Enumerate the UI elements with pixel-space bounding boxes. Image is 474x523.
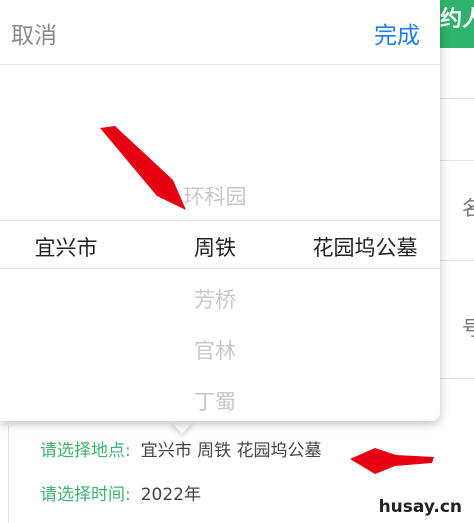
town-option[interactable]: 环科园 bbox=[184, 181, 247, 211]
cancel-button[interactable]: 取消 bbox=[11, 16, 57, 50]
town-option[interactable]: 丁蜀 bbox=[194, 386, 236, 416]
bg-divider bbox=[8, 425, 9, 523]
location-label: 请选择地点: bbox=[40, 441, 131, 461]
watermark: husay.cn bbox=[374, 497, 466, 517]
bg-divider bbox=[440, 260, 474, 261]
edge-text-2: 号 bbox=[462, 316, 474, 340]
promo-tag[interactable]: 约人 bbox=[436, 0, 474, 48]
time-value[interactable]: 2022年 bbox=[141, 485, 201, 505]
city-option-selected[interactable]: 宜兴市 bbox=[35, 232, 98, 262]
region-picker: 取消 完成 宜兴市 环科园 周铁 芳桥 官林 丁蜀 花园坞公墓 bbox=[0, 0, 440, 421]
bg-divider bbox=[440, 160, 474, 161]
bg-divider bbox=[440, 98, 474, 99]
town-option[interactable]: 芳桥 bbox=[194, 284, 236, 314]
screenshot-stage: 约人 名 号 请选择地点: 宜兴市 周铁 花园坞公墓 请选择时间: 2022年 取消… bbox=[0, 0, 474, 523]
town-option-selected[interactable]: 周铁 bbox=[194, 232, 236, 262]
town-option[interactable]: 官林 bbox=[194, 335, 236, 365]
edge-text-1: 名 bbox=[462, 196, 474, 220]
done-button[interactable]: 完成 bbox=[374, 16, 420, 50]
time-row[interactable]: 请选择时间: 2022年 bbox=[40, 480, 201, 505]
picker-header: 取消 完成 bbox=[0, 0, 440, 65]
location-value[interactable]: 宜兴市 周铁 花园坞公墓 bbox=[141, 441, 322, 461]
bg-divider bbox=[440, 378, 474, 379]
place-option-selected[interactable]: 花园坞公墓 bbox=[313, 232, 418, 262]
location-row[interactable]: 请选择地点: 宜兴市 周铁 花园坞公墓 bbox=[40, 436, 322, 461]
time-label: 请选择时间: bbox=[40, 485, 131, 505]
